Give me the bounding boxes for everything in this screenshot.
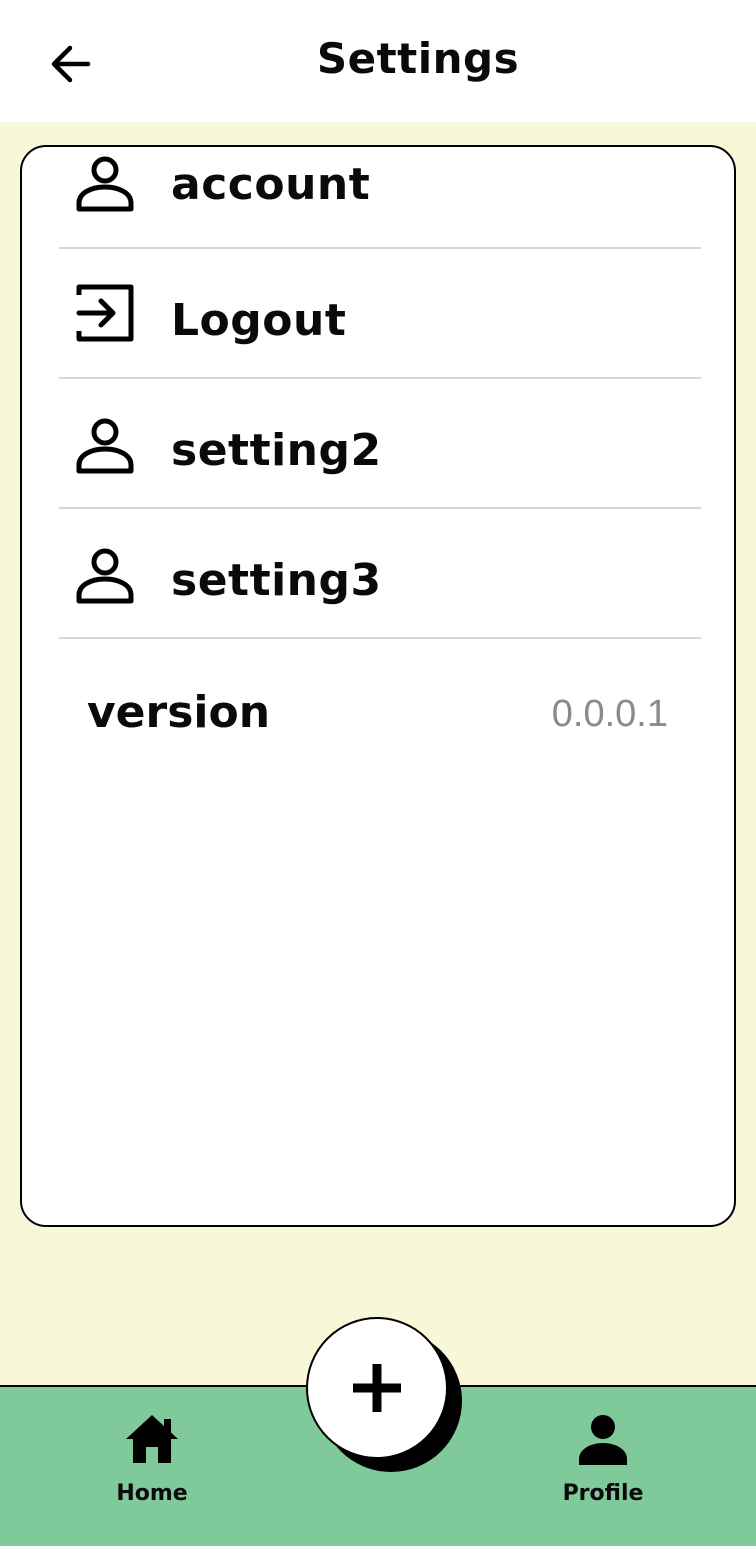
settings-item-label: Logout bbox=[171, 295, 347, 346]
settings-item-label: account bbox=[171, 159, 371, 210]
settings-item-label: setting3 bbox=[171, 555, 382, 606]
settings-item-setting2[interactable]: setting2 bbox=[59, 379, 701, 509]
nav-item-profile[interactable]: Profile bbox=[543, 1409, 663, 1506]
person-outline-icon bbox=[73, 413, 137, 477]
add-button[interactable] bbox=[306, 1317, 448, 1459]
nav-label: Profile bbox=[562, 1481, 644, 1506]
home-icon bbox=[92, 1409, 212, 1469]
settings-item-setting3[interactable]: setting3 bbox=[59, 509, 701, 639]
settings-card: account Logout setting2 setting3 version… bbox=[20, 145, 736, 1227]
top-app-bar: Settings bbox=[0, 0, 756, 122]
logout-icon bbox=[73, 281, 137, 345]
plus-icon bbox=[353, 1364, 401, 1412]
person-outline-icon bbox=[73, 543, 137, 607]
person-outline-icon bbox=[73, 151, 137, 215]
settings-item-label: setting2 bbox=[171, 425, 382, 476]
page-title: Settings bbox=[316, 34, 520, 83]
version-label: version bbox=[87, 687, 271, 738]
version-value: 0.0.0.1 bbox=[551, 693, 668, 735]
settings-item-logout[interactable]: Logout bbox=[59, 249, 701, 379]
nav-label: Home bbox=[116, 1481, 188, 1506]
settings-item-account[interactable]: account bbox=[59, 147, 701, 249]
nav-item-home[interactable]: Home bbox=[92, 1409, 212, 1506]
person-icon bbox=[543, 1409, 663, 1469]
